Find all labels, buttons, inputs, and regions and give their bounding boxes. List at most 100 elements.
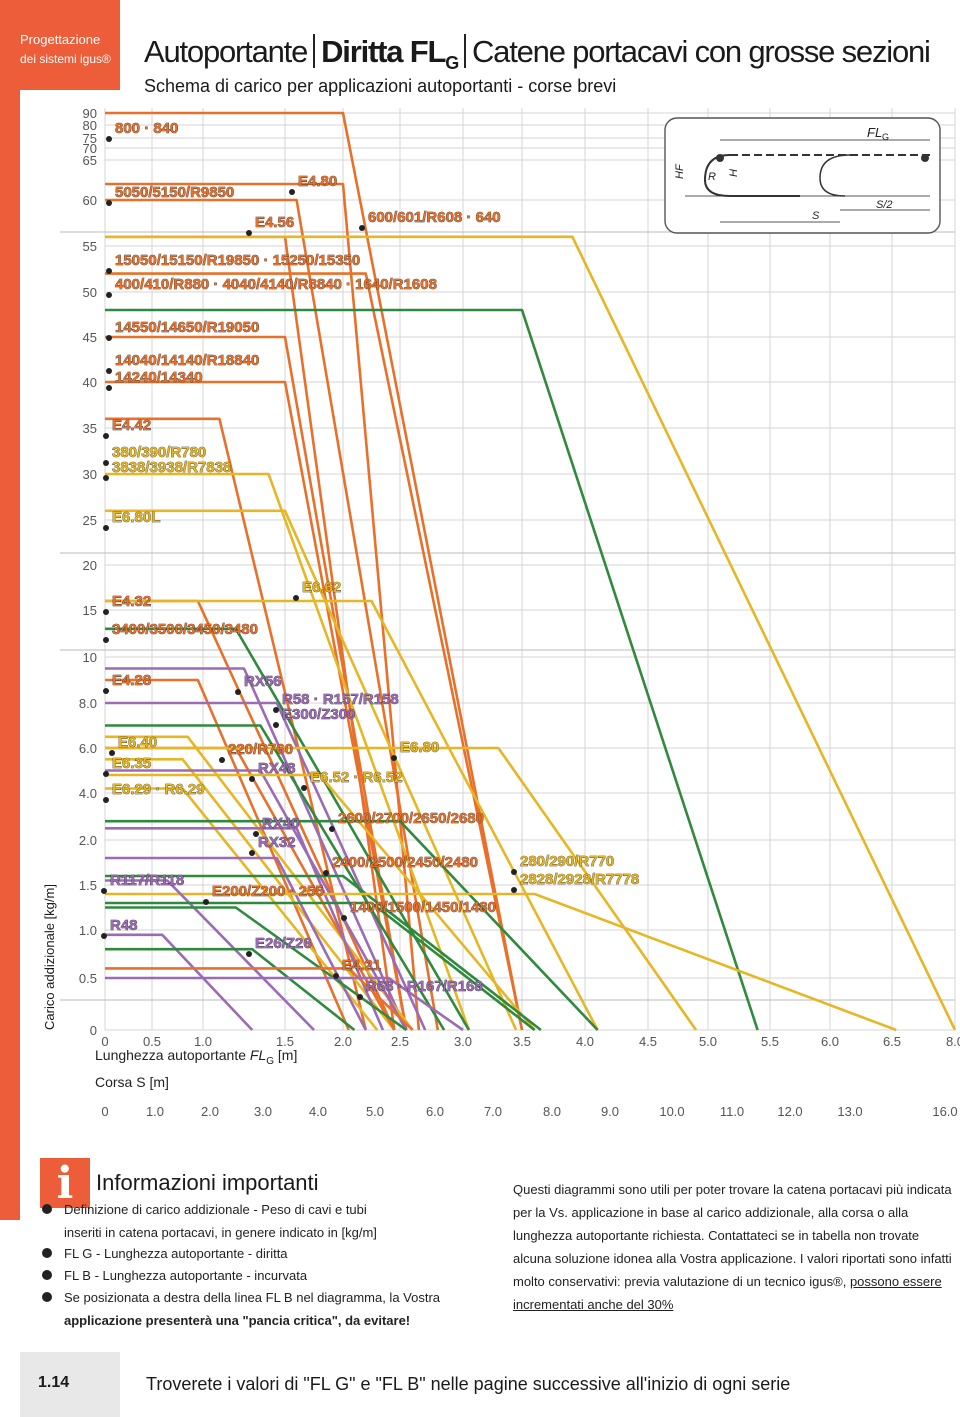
series-label: 15050/15150/R19850 · 15250/15350 bbox=[115, 252, 360, 269]
series-label: E6.62 bbox=[302, 579, 341, 596]
label-marker bbox=[246, 951, 252, 957]
y-tick-label: 1.0 bbox=[79, 923, 97, 938]
inset-label-s: S bbox=[812, 210, 820, 222]
x-tick-label: 4.5 bbox=[639, 1034, 657, 1049]
series-label: 14240/14340 bbox=[115, 369, 203, 386]
y-tick-label: 10 bbox=[83, 650, 97, 665]
page-number: 1.14 bbox=[38, 1374, 70, 1391]
label-marker bbox=[103, 688, 109, 694]
x2-tick-label: 6.0 bbox=[426, 1104, 444, 1119]
x-tick-label: 3.0 bbox=[454, 1034, 472, 1049]
label-marker bbox=[103, 460, 109, 466]
series-label: 400/410/R880 · 4040/4140/R8840 · 1640/R1… bbox=[115, 276, 437, 293]
label-marker bbox=[106, 268, 112, 274]
info-icon: i bbox=[40, 1158, 90, 1209]
series-label: E4.32 bbox=[112, 593, 151, 610]
x2-tick-label: 9.0 bbox=[601, 1104, 619, 1119]
y-tick-label: 40 bbox=[83, 375, 97, 390]
label-marker bbox=[103, 609, 109, 615]
inset-label-h: H bbox=[728, 169, 740, 177]
series-label: RX32 bbox=[258, 834, 296, 851]
series-label: RX48 bbox=[258, 760, 296, 777]
series-label: 2600/2700/2650/2680 bbox=[338, 810, 484, 827]
label-marker bbox=[106, 200, 112, 206]
y-tick-label: 1.5 bbox=[79, 878, 97, 893]
series-label: RX56 bbox=[244, 673, 282, 690]
inset-label-flg: FL bbox=[867, 125, 882, 140]
x-tick-label: 2.5 bbox=[391, 1034, 409, 1049]
label-marker bbox=[203, 899, 209, 905]
x2-tick-label: 0 bbox=[101, 1104, 108, 1119]
page-number-box bbox=[20, 1352, 120, 1417]
inset-label-hf: HF bbox=[674, 163, 686, 179]
label-marker bbox=[357, 994, 363, 1000]
x-tick-label: 6.0 bbox=[821, 1034, 839, 1049]
label-marker bbox=[341, 915, 347, 921]
label-marker bbox=[103, 475, 109, 481]
bullet4-line2: applicazione presenterà una "pancia crit… bbox=[64, 1313, 411, 1328]
x2-tick-label: 12.0 bbox=[777, 1104, 802, 1119]
series-label: E4.42 bbox=[112, 417, 151, 434]
bullet-dot bbox=[42, 1270, 52, 1280]
label-marker bbox=[106, 136, 112, 142]
series-label: E4.80 bbox=[298, 173, 337, 190]
x-axis-label: Lunghezza autoportante FLG [m] bbox=[95, 1047, 297, 1067]
y-tick-label: 60 bbox=[83, 193, 97, 208]
y-tick-label: 20 bbox=[83, 558, 97, 573]
x-tick-label: 3.5 bbox=[513, 1034, 531, 1049]
x2-tick-label: 4.0 bbox=[309, 1104, 327, 1119]
x2-tick-label: 13.0 bbox=[837, 1104, 862, 1119]
series-label: 1400/1500/1450/1480 bbox=[350, 899, 496, 916]
bullet3: FL B - Lunghezza autoportante - incurvat… bbox=[64, 1268, 308, 1283]
series-label: R117/R118 bbox=[110, 872, 184, 889]
label-marker bbox=[249, 776, 255, 782]
series-label: 220/R760 bbox=[228, 741, 293, 758]
series-label: E6.52 · R6.52 bbox=[310, 769, 403, 786]
inset-label-s2: S/2 bbox=[876, 199, 893, 211]
label-marker bbox=[103, 433, 109, 439]
series-line bbox=[105, 947, 356, 1032]
x-tick-label: 8.0 bbox=[946, 1034, 960, 1049]
y-tick-label: 15 bbox=[83, 603, 97, 618]
y-tick-label: 50 bbox=[83, 285, 97, 300]
y-tick-label: 30 bbox=[83, 467, 97, 482]
label-marker bbox=[329, 826, 335, 832]
x2-tick-label: 8.0 bbox=[543, 1104, 561, 1119]
label-marker bbox=[103, 771, 109, 777]
label-marker bbox=[246, 230, 252, 236]
y-tick-label: 2.0 bbox=[79, 833, 97, 848]
label-marker bbox=[219, 757, 225, 763]
label-marker bbox=[103, 525, 109, 531]
series-label: 800 · 840 bbox=[115, 120, 178, 137]
right-paragraph: Questi diagrammi sono utili per poter tr… bbox=[513, 1178, 953, 1316]
label-marker bbox=[249, 850, 255, 856]
x2-tick-label: 16.0 bbox=[932, 1104, 957, 1119]
label-marker bbox=[106, 292, 112, 298]
y-tick-label: 90 bbox=[83, 106, 97, 121]
bullet4-line1: Se posizionata a destra della linea FL B… bbox=[64, 1290, 441, 1305]
label-marker bbox=[323, 870, 329, 876]
series-label: R48 bbox=[110, 917, 138, 934]
series-label: E4.56 bbox=[255, 214, 294, 231]
label-marker bbox=[273, 707, 279, 713]
y-tick-label: 4.0 bbox=[79, 786, 97, 801]
footer-note: Troverete i valori di "FL G" e "FL B" ne… bbox=[146, 1374, 791, 1394]
inset-pivot bbox=[716, 154, 724, 162]
series-label: 2828/2928/R7778 bbox=[520, 871, 639, 888]
right-text: Questi diagrammi sono utili per poter tr… bbox=[513, 1182, 952, 1289]
series-label: 5050/5150/R9850 bbox=[115, 184, 234, 201]
label-marker bbox=[101, 888, 107, 894]
x2-tick-label: 2.0 bbox=[201, 1104, 219, 1119]
x2-tick-label: 11.0 bbox=[720, 1104, 744, 1119]
series-label: RX40 bbox=[262, 815, 300, 832]
label-marker bbox=[106, 335, 112, 341]
y-tick-label: 8.0 bbox=[79, 696, 97, 711]
x-tick-label: 4.0 bbox=[576, 1034, 594, 1049]
series-label: R68 · R167/R168 bbox=[366, 978, 483, 995]
series-label: E300/Z300 bbox=[282, 706, 355, 723]
x-tick-label: 5.0 bbox=[699, 1034, 717, 1049]
y-axis-label: Carico addizionale [kg/m] bbox=[42, 884, 57, 1030]
bullet-dot bbox=[42, 1204, 52, 1214]
x2-tick-label: 1.0 bbox=[146, 1104, 164, 1119]
label-marker bbox=[511, 887, 517, 893]
